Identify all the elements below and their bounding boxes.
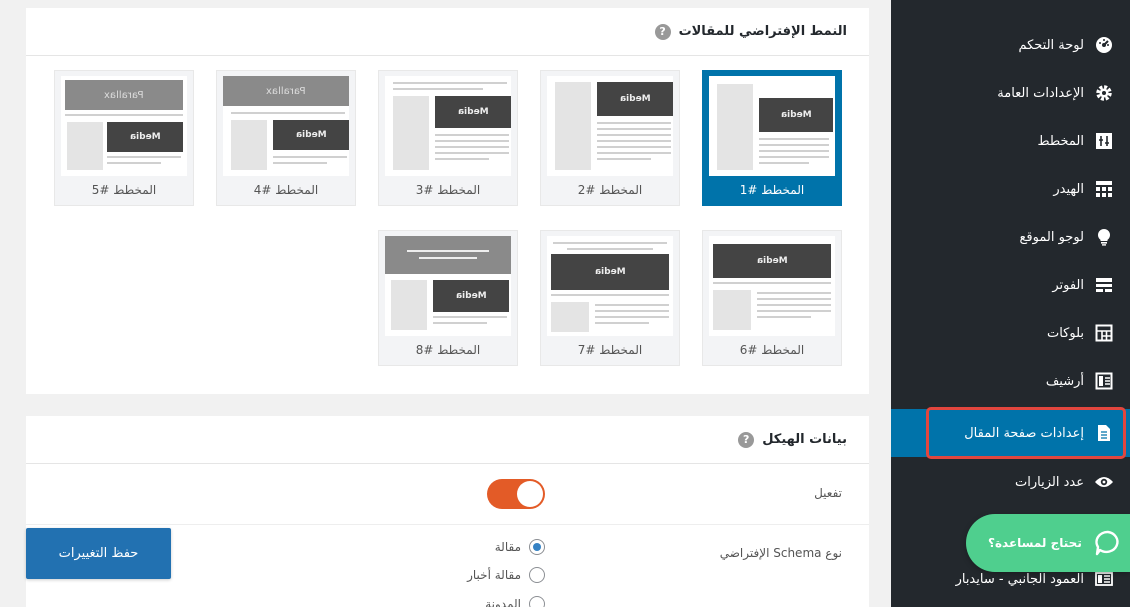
sidebar-item-label: عدد الزيارات [1015,474,1084,490]
header-icon [1094,179,1114,199]
sidebar-item-label: بلوكات [1046,325,1084,341]
chat-icon [1094,529,1122,557]
gear-icon [1094,83,1114,103]
sidebar-item-label: لوحة التحكم [1018,37,1084,53]
sidebar-icon [1094,569,1114,589]
save-changes-button[interactable]: حفظ التغييرات [26,528,171,579]
sidebar-item-label: الهيدر [1053,181,1084,197]
schema-option-news[interactable]: مقالة أخبار [467,567,545,583]
help-question-icon[interactable]: ? [654,23,671,40]
sidebar-item-label: أرشيف [1045,373,1084,389]
sidebar-item-label: إعدادات صفحة المقال [964,425,1084,441]
layouts-panel-title: النمط الإفتراضي للمقالات [678,24,847,39]
document-icon [1094,423,1114,443]
help-question-icon[interactable]: ? [738,431,755,448]
sidebar-item-label: الفوتر [1052,277,1084,293]
sidebar-item-label: المخطط [1037,133,1084,149]
layout-card-label: المخطط #4 [253,183,319,197]
layout-card-7[interactable]: Media المخطط #7 [540,230,680,366]
schema-panel-header: ? بيانات الهيكل [26,416,869,464]
layout-card-4[interactable]: Parallax Media المخطط #4 [216,70,356,206]
sidebar-item-header[interactable]: الهيدر [891,165,1130,213]
layout-card-label: المخطط #7 [577,343,643,357]
sidebar-item-site-logo[interactable]: لوجو الموقع [891,213,1130,261]
eye-icon [1094,472,1114,492]
layout-card-6[interactable]: Media المخطط #6 [702,230,842,366]
layout-card-label: المخطط #6 [739,343,805,357]
sidebar-item-archive[interactable]: أرشيف [891,357,1130,405]
radio-label: مقالة أخبار [467,568,521,582]
sidebar-item-layout[interactable]: المخطط [891,117,1130,165]
lightbulb-icon [1094,227,1114,247]
layout-thumb: Media [547,76,673,176]
layout-thumb: Parallax Media [223,76,349,176]
sidebar-item-post-page-settings[interactable]: إعدادات صفحة المقال [891,409,1130,457]
layout-card-5[interactable]: Parallax Media المخطط #5 [54,70,194,206]
layout-thumb: Parallax Media [61,76,187,176]
schema-option-blog[interactable]: المدونة [485,596,545,607]
layout-thumb: Media [385,236,511,336]
layout-thumb: Media [547,236,673,336]
layout-card-2[interactable]: Media المخطط #2 [540,70,680,206]
sidebar-item-label: لوجو الموقع [1019,229,1085,245]
toggle-knob [517,481,543,507]
need-help-label: تحتاج لمساعدة؟ [988,536,1082,550]
layout-card-8[interactable]: Media المخطط #8 [378,230,518,366]
sidebar-item-label: العمود الجانبي - سايدبار [955,571,1084,587]
archive-icon [1094,371,1114,391]
layout-card-label: المخطط #1 [739,183,805,197]
enable-label: تفعيل [814,486,842,500]
layout-card-3[interactable]: Media المخطط #3 [378,70,518,206]
radio-label: المدونة [485,597,521,607]
radio-button[interactable] [529,567,545,583]
sidebar-item-views-count[interactable]: عدد الزيارات [891,458,1130,506]
sidebar-item-footer[interactable]: الفوتر [891,261,1130,309]
layout-thumb: Media [709,236,835,336]
need-help-bubble[interactable]: تحتاج لمساعدة؟ [966,514,1130,572]
layouts-panel-header: ? النمط الإفتراضي للمقالات [26,8,869,56]
radio-button[interactable] [529,539,545,555]
layout-card-1[interactable]: Media المخطط #1 [702,70,842,206]
layout-thumb: Media [709,76,835,176]
radio-label: مقالة [494,540,521,554]
footer-icon [1094,275,1114,295]
sidebar-item-label: الإعدادات العامة [997,85,1084,101]
schema-panel-title: بيانات الهيكل [762,432,847,447]
layout-thumb: Media [385,76,511,176]
sidebar-item-blocks[interactable]: بلوكات [891,309,1130,357]
sidebar-item-general-settings[interactable]: الإعدادات العامة [891,69,1130,117]
schema-type-label: نوع Schema الإفتراضي [719,546,842,560]
dashboard-icon [1094,35,1114,55]
enable-toggle[interactable] [487,479,545,509]
schema-option-article[interactable]: مقالة [495,539,545,555]
layout-card-label: المخطط #5 [91,183,157,197]
sidebar-item-dashboard[interactable]: لوحة التحكم [891,21,1130,69]
layout-card-label: المخطط #3 [415,183,481,197]
blocks-icon [1094,323,1114,343]
layout-icon [1094,131,1114,151]
radio-button[interactable] [529,596,545,607]
layout-card-label: المخطط #2 [577,183,643,197]
layout-card-label: المخطط #8 [415,343,481,357]
